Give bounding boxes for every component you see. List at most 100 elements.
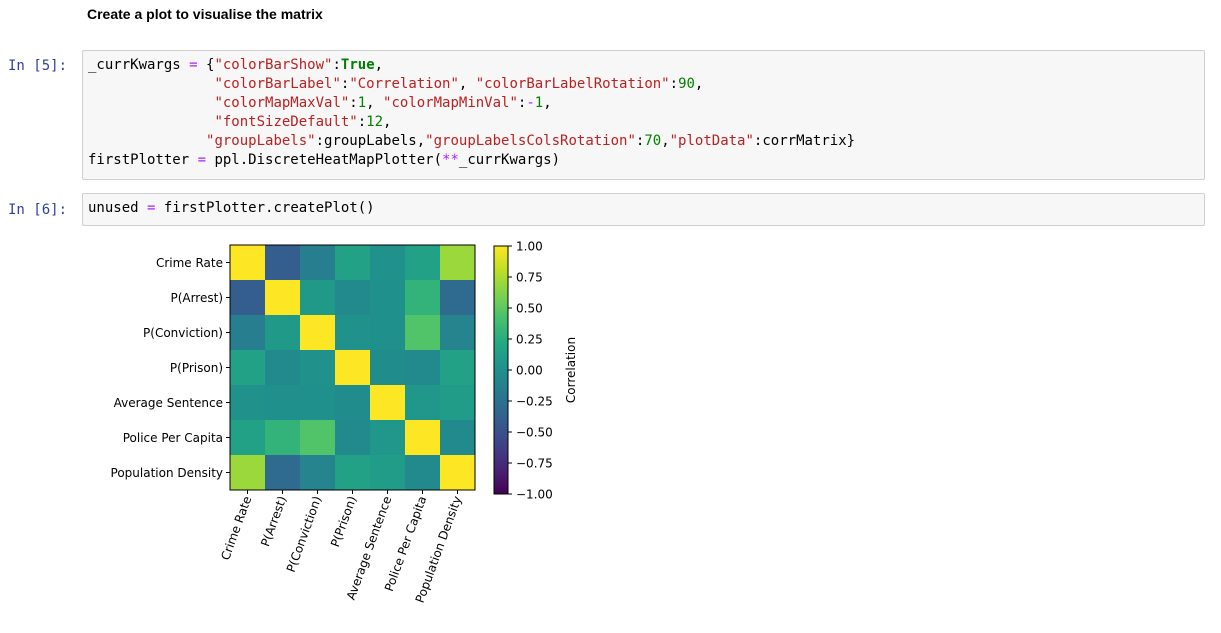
heatmap-cell (300, 315, 336, 351)
row-label: P(Conviction) (143, 326, 223, 340)
code-line: "colorBarLabel": "Correlation", "colorBar… (88, 75, 703, 94)
heatmap-cell (335, 350, 371, 386)
markdown-heading: Create a plot to visualise the matrix (87, 6, 323, 22)
col-labels: Crime Rate P(Arrest)P(Conviction) P(Prison… (218, 490, 464, 605)
row-label: Average Sentence (114, 396, 223, 410)
code-token: : (332, 57, 341, 73)
heatmap-cell (300, 245, 336, 281)
heatmap-cell (335, 315, 371, 351)
code-token: "colorBarLabel" (214, 76, 341, 92)
heatmap-cell (370, 385, 406, 421)
heatmap-cell (230, 420, 266, 456)
heatmap-cell (405, 280, 441, 316)
heatmap-cell (230, 455, 266, 491)
heatmap-cell (370, 350, 406, 386)
colorbar-tick-label: −0.50 (516, 426, 553, 440)
code-token: : (669, 76, 679, 92)
heatmap-cell (440, 350, 476, 386)
heatmap-cell (265, 455, 301, 491)
code-token: _currKwargs (88, 57, 190, 73)
colorbar-ticks: 1.00 0.75 0.50 0.25 0.00 −0.25 −0.50 −0.75 −1.00 (508, 240, 553, 502)
heatmap-cell (440, 280, 476, 316)
code-token: "colorBarLabelRotation" (475, 76, 670, 92)
code-token: : (357, 114, 367, 130)
heatmap-cell (440, 455, 476, 491)
heatmap-cell (230, 315, 266, 351)
heatmap-plot: Crime RateP(Arrest)P(Conviction)P(Prison… (111, 240, 578, 605)
heatmap-cell (265, 350, 301, 386)
heatmap-cell (300, 350, 336, 386)
code-token: , (374, 57, 384, 73)
code-token: "colorMapMaxVal" (214, 95, 350, 111)
heatmap-cell (440, 420, 476, 456)
code-token: unused (88, 200, 148, 216)
heatmap-cell (335, 420, 371, 456)
code-token: "colorBarShow" (214, 57, 333, 73)
row-label: P(Arrest) (170, 291, 223, 305)
col-label: P(Prison) (328, 494, 359, 549)
code-token: 70 (644, 133, 662, 149)
heatmap-cells (230, 245, 476, 491)
code-token: , (661, 133, 670, 149)
code-token: 12 (366, 114, 384, 130)
code-token: : (349, 95, 358, 111)
code-cell-6[interactable]: unused = firstPlotter.createPlot() (82, 193, 1205, 226)
code-token: "plotData" (669, 133, 754, 149)
colorbar-tick-label: 0.00 (516, 364, 543, 378)
code-token: , (543, 95, 552, 111)
code-token: :corrMatrix} (753, 133, 856, 149)
colorbar-tick-label: −1.00 (516, 488, 553, 502)
code-token: :groupLabels, (315, 133, 426, 149)
colorbar-tick-label: 0.50 (516, 302, 543, 316)
heatmap-cell (300, 420, 336, 456)
colorbar-label: Correlation (564, 337, 578, 403)
colorbar-tick-label: 0.75 (516, 271, 543, 285)
code-token: , (458, 76, 476, 92)
code-line: firstPlotter = ppl.DiscreteHeatMapPlotte… (88, 151, 560, 170)
heatmap-cell (230, 350, 266, 386)
col-label: P(Conviction) (284, 494, 325, 574)
row-labels: Crime Rate P(Arrest) P(Conviction) P(Prison… (111, 256, 230, 480)
code-token: = (197, 152, 207, 168)
code-line: _currKwargs = {"colorBarShow":True, (88, 56, 383, 75)
heatmap-cell (335, 385, 371, 421)
row-label: Population Density (111, 466, 223, 480)
heatmap-cell (370, 455, 406, 491)
code-token: firstPlotter (88, 152, 198, 168)
col-label: P(Arrest) (258, 494, 289, 548)
code-cell-5[interactable]: _currKwargs = {"colorBarShow":True, "col… (82, 50, 1205, 180)
row-label: Police Per Capita (123, 431, 223, 445)
heatmap-cell (335, 455, 371, 491)
heatmap-cell (440, 315, 476, 351)
code-token: firstPlotter.createPlot() (155, 200, 375, 216)
colorbar (493, 245, 509, 495)
code-token: True (340, 57, 375, 73)
heatmap-cell (265, 315, 301, 351)
cell-prompt-6: In [6]: (8, 202, 68, 218)
code-token: ppl.DiscreteHeatMapPlotter( (206, 152, 443, 168)
heatmap-cell (300, 280, 336, 316)
code-token: "groupLabels" (206, 133, 316, 149)
heatmap-cell (335, 280, 371, 316)
code-token: "fontSizeDefault" (214, 114, 358, 130)
heatmap-cell (405, 385, 441, 421)
heatmap-cell (265, 420, 301, 456)
heatmap-cell (335, 245, 371, 281)
heatmap-cell (405, 420, 441, 456)
code-line: "fontSizeDefault":12, (88, 113, 391, 132)
row-label: Crime Rate (156, 256, 223, 270)
heatmap-cell (370, 245, 406, 281)
colorbar-tick-label: −0.75 (516, 457, 553, 471)
heatmap-cell (230, 245, 266, 281)
heatmap-cell (405, 245, 441, 281)
code-token: 90 (678, 76, 695, 92)
code-token: _currKwargs) (458, 152, 561, 168)
colorbar-tick-label: 0.25 (516, 333, 543, 347)
heatmap-cell (230, 385, 266, 421)
heatmap-cell (440, 385, 476, 421)
row-label: P(Prison) (170, 361, 223, 375)
